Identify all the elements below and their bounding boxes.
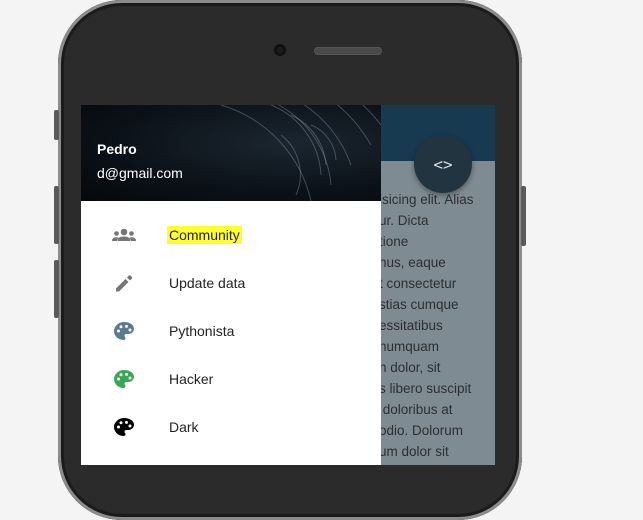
phone-side-button bbox=[54, 260, 59, 318]
user-name: Pedro bbox=[97, 141, 137, 157]
palette-icon bbox=[114, 418, 134, 436]
menu-item-pythonista[interactable]: Pythonista bbox=[81, 307, 381, 355]
phone-side-button bbox=[54, 186, 59, 244]
user-email: d@gmail.com bbox=[97, 165, 183, 181]
menu-label: Hacker bbox=[169, 371, 214, 387]
palette-icon bbox=[114, 370, 134, 388]
menu-label: Pythonista bbox=[169, 323, 235, 339]
menu-label: Community bbox=[167, 226, 242, 244]
phone-side-button bbox=[521, 186, 526, 246]
menu-item-dark[interactable]: Dark bbox=[81, 403, 381, 451]
menu-item-hacker[interactable]: Hacker bbox=[81, 355, 381, 403]
drawer-header: Pedro d@gmail.com bbox=[81, 105, 381, 201]
menu-item-update-data[interactable]: Update data bbox=[81, 259, 381, 307]
code-toggle-fab[interactable]: <> bbox=[414, 135, 472, 193]
menu-label: Dark bbox=[169, 419, 199, 435]
phone-side-button bbox=[54, 110, 59, 140]
phone-screen: isicing elit. Alias ur. Dicta tione hus,… bbox=[81, 105, 495, 465]
menu-item-community[interactable]: Community bbox=[81, 211, 381, 259]
front-camera bbox=[274, 44, 286, 56]
menu-label: Update data bbox=[169, 275, 246, 291]
drawer-menu: Community Update data Pythonista Hacker … bbox=[81, 211, 381, 451]
navigation-drawer: Pedro d@gmail.com Community Update data … bbox=[81, 105, 381, 465]
page-body-text: isicing elit. Alias ur. Dicta tione hus,… bbox=[379, 192, 474, 459]
people-icon bbox=[112, 228, 136, 241]
palette-icon bbox=[114, 322, 134, 340]
pencil-icon bbox=[116, 275, 133, 292]
earpiece-speaker bbox=[314, 47, 382, 55]
